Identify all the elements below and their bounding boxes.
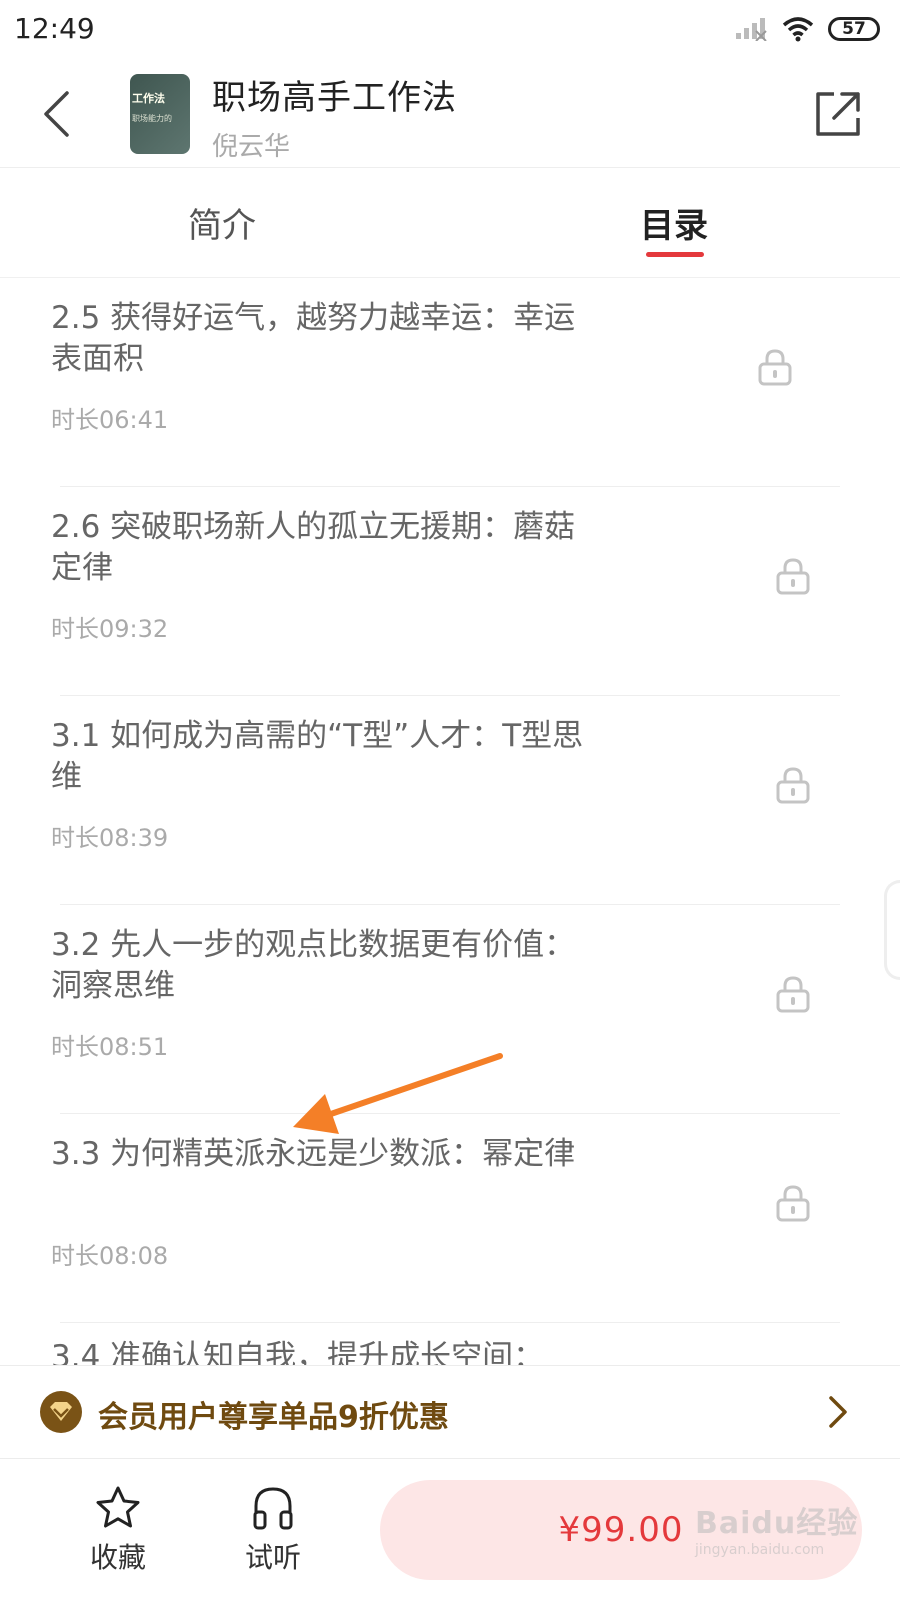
book-title: 职场高手工作法 (212, 78, 457, 118)
watermark-main: Baidu经验 (695, 1506, 859, 1541)
chapter-duration: 时长09:32 (51, 615, 169, 643)
catalog-item[interactable]: 3.4 准确认知自我，提升成长空间： (0, 1323, 900, 1365)
chevron-right-icon (829, 1396, 847, 1428)
lock-icon (776, 1185, 810, 1222)
chevron-left-icon (44, 91, 69, 137)
scroll-edge-indicator (884, 880, 900, 980)
chapter-title: 3.4 准确认知自我，提升成长空间： (51, 1339, 545, 1365)
catalog-item[interactable]: 2.5 获得好运气，越努力越幸运：幸运表面积 时长06:41 (0, 278, 900, 487)
vip-diamond-icon (40, 1391, 82, 1433)
chapter-title: 3.2 先人一步的观点比数据更有价值：洞察思维 (51, 927, 576, 1004)
chapter-title: 3.3 为何精英派永远是少数派：幂定律 (51, 1136, 576, 1172)
wifi-icon (782, 17, 814, 42)
lock-icon (776, 767, 810, 804)
lock-icon (758, 349, 792, 386)
annotation-arrow-icon (293, 1053, 503, 1134)
trial-listen-button[interactable]: 试听 (223, 1484, 323, 1576)
back-button[interactable] (34, 84, 78, 144)
favorite-label: 收藏 (89, 1541, 146, 1574)
status-icons: 57 (734, 16, 880, 42)
chapter-title: 2.6 突破职场新人的孤立无援期：蘑菇定律 (51, 509, 576, 586)
tab-catalog[interactable]: 目录 (640, 198, 708, 247)
active-tab-indicator (646, 252, 704, 257)
catalog-list[interactable]: 2.5 获得好运气，越努力越幸运：幸运表面积 时长06:41 2.6 突破职场新… (0, 278, 900, 1365)
catalog-item[interactable]: 3.3 为何精英派永远是少数派：幂定律 时长08:08 (0, 1114, 900, 1323)
trial-listen-label: 试听 (244, 1541, 301, 1574)
chapter-title: 3.1 如何成为高需的“T型”人才：T型思维 (51, 718, 584, 795)
lock-icon (776, 558, 810, 595)
star-icon (96, 1486, 140, 1528)
book-author: 倪云华 (212, 132, 291, 162)
chapter-duration: 时长06:41 (51, 406, 169, 434)
member-discount-banner[interactable]: 会员用户尊享单品9折优惠 (0, 1365, 900, 1459)
headphones-icon (253, 1487, 293, 1530)
member-discount-text: 会员用户尊享单品9折优惠 (98, 1400, 449, 1435)
baidu-watermark: Baidu经验 jingyan.baidu.com (695, 1498, 870, 1558)
chapter-duration: 时长08:51 (51, 1033, 169, 1061)
cover-text-2: 职场能力的 (132, 114, 172, 123)
status-bar: 12:49 57 (0, 0, 900, 62)
tab-bar: 简介 目录 (0, 168, 900, 278)
signal-icon (736, 18, 767, 41)
chapter-duration: 时长08:08 (51, 1242, 169, 1270)
lock-icon (776, 976, 810, 1013)
header: 工作法 职场能力的 职场高手工作法 倪云华 (0, 62, 900, 168)
price-label: ¥99.00 (558, 1510, 684, 1550)
chapter-title: 2.5 获得好运气，越努力越幸运：幸运表面积 (51, 300, 576, 377)
share-button[interactable] (812, 88, 864, 140)
catalog-item[interactable]: 2.6 突破职场新人的孤立无援期：蘑菇定律 时长09:32 (0, 487, 900, 696)
watermark-sub: jingyan.baidu.com (695, 1542, 825, 1558)
favorite-button[interactable]: 收藏 (68, 1484, 168, 1576)
battery-indicator: 57 (828, 17, 880, 41)
book-cover[interactable]: 工作法 职场能力的 (130, 74, 190, 154)
tab-intro[interactable]: 简介 (188, 198, 256, 247)
chapter-duration: 时长08:39 (51, 824, 169, 852)
cover-text-1: 工作法 (132, 92, 165, 105)
catalog-item[interactable]: 3.1 如何成为高需的“T型”人才：T型思维 时长08:39 (0, 696, 900, 905)
share-icon (816, 92, 860, 136)
status-time: 12:49 (14, 12, 95, 45)
